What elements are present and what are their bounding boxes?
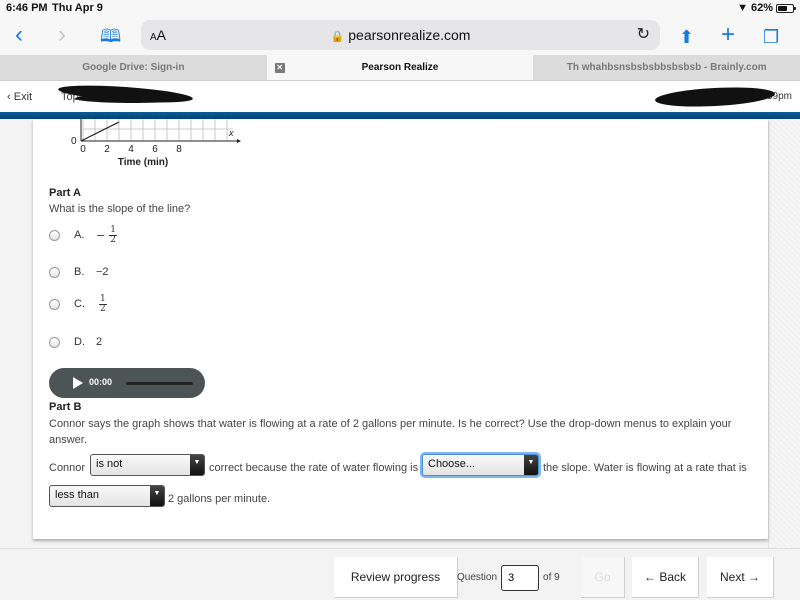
exit-button[interactable]: ‹ Exit (7, 91, 32, 103)
x-axis-arrow (237, 139, 241, 143)
sentence-text-2: correct because the rate of water flowin… (209, 462, 419, 474)
tab-pearson-realize[interactable]: ✕ Pearson Realize (266, 55, 534, 80)
status-bar: 6:46 PM Thu Apr 9 ▼ 62% (0, 0, 800, 18)
x-tick-label: 4 (128, 144, 134, 155)
radio-c[interactable] (49, 298, 60, 310)
question-card: x 0 0 2 4 6 8 Time (min) Part A What is the … (33, 119, 768, 539)
choice-c[interactable]: C. 12 (49, 294, 107, 314)
header-rule (0, 112, 800, 119)
next-button[interactable]: Next → (707, 557, 774, 598)
question-number-input[interactable] (501, 564, 540, 591)
audio-player: 00:00 (49, 368, 205, 398)
audio-time: 00:00 (89, 377, 113, 387)
choice-b[interactable]: B. −2 (49, 262, 109, 282)
go-button[interactable]: Go (581, 557, 625, 598)
tab-brainly[interactable]: Th whahbsnsbsbsbbsbsbsb - Brainly.com (533, 55, 800, 80)
url-text: pearsonrealize.com (348, 27, 471, 43)
tab-google-drive[interactable]: Google Drive: Sign-in (0, 55, 267, 80)
part-b-heading: Part B (49, 401, 82, 413)
forward-icon[interactable]: › (58, 21, 66, 49)
part-a-question: What is the slope of the line? (49, 203, 191, 215)
lock-icon: 🔒 (330, 31, 345, 43)
app-header: ‹ Exit Topic 7 Assessment Due 04/09/20 1… (0, 81, 800, 112)
radio-b[interactable] (49, 266, 60, 278)
side-strip (768, 119, 800, 548)
data-line (80, 121, 120, 142)
y-zero-label: 0 (71, 136, 77, 147)
redaction-scribble (75, 94, 190, 103)
tabs-icon[interactable]: ❐ (763, 23, 779, 51)
radio-d[interactable] (49, 336, 60, 348)
status-date: Thu Apr 9 (52, 2, 103, 14)
tab-bar: Google Drive: Sign-in ✕ Pearson Realize … (0, 55, 800, 81)
chevron-down-icon: ▼ (524, 455, 538, 475)
play-icon[interactable] (73, 377, 83, 389)
x-tick-label: 2 (104, 144, 110, 155)
line-graph: x 0 0 2 4 6 8 Time (min) (71, 119, 241, 168)
choice-a[interactable]: A. −1 2 (49, 225, 117, 245)
browser-toolbar: ‹ › 🕮 AA 🔒 pearsonrealize.com ↻ ⬆ + ❐ (0, 18, 800, 55)
x-tick-labels: 0 2 4 6 8 (80, 144, 182, 155)
close-tab-icon[interactable]: ✕ (274, 63, 285, 73)
x-axis-var: x (228, 128, 234, 138)
sentence-text-4: 2 gallons per minute. (168, 493, 271, 505)
new-tab-icon[interactable]: + (721, 21, 735, 49)
audio-progress-track[interactable] (126, 382, 193, 385)
x-tick-label: 0 (80, 144, 86, 155)
select-is-correct[interactable]: is not ▼ (90, 454, 205, 476)
sentence-text-1: Connor (49, 462, 86, 474)
select-rate-vs-two[interactable]: less than ▼ (49, 485, 165, 507)
x-tick-label: 8 (176, 144, 182, 155)
part-a-heading: Part A (49, 187, 81, 199)
sentence-text-3: the slope. Water is flowing at a rate th… (543, 462, 747, 474)
back-icon[interactable]: ‹ (15, 21, 23, 49)
chevron-down-icon: ▼ (150, 486, 164, 506)
bookmarks-icon[interactable]: 🕮 (100, 22, 121, 50)
reload-icon[interactable]: ↻ (637, 24, 650, 44)
chevron-down-icon: ▼ (190, 455, 204, 475)
x-axis-label: Time (min) (118, 157, 168, 168)
review-progress-button[interactable]: Review progress (334, 557, 458, 598)
graph-grid (82, 119, 233, 141)
back-button[interactable]: ← Back (632, 557, 699, 598)
wifi-icon: ▼ (737, 2, 748, 14)
choice-d[interactable]: D. 2 (49, 332, 102, 352)
address-bar[interactable]: AA 🔒 pearsonrealize.com ↻ (141, 20, 660, 50)
radio-a[interactable] (49, 229, 60, 241)
part-b-question: Connor says the graph shows that water i… (49, 418, 732, 446)
share-icon[interactable]: ⬆ (679, 23, 694, 51)
battery-percent: 62% (750, 2, 773, 14)
redaction-scribble (654, 84, 776, 110)
select-rate-comparison[interactable]: Choose... ▼ (422, 454, 539, 476)
question-jump: Question of 9 (457, 557, 560, 598)
status-time: 6:46 PM (6, 2, 48, 14)
x-tick-label: 6 (152, 144, 158, 155)
battery-icon (776, 3, 796, 13)
bottom-navigation: Review progress Question of 9 Go ← Back … (0, 548, 800, 600)
